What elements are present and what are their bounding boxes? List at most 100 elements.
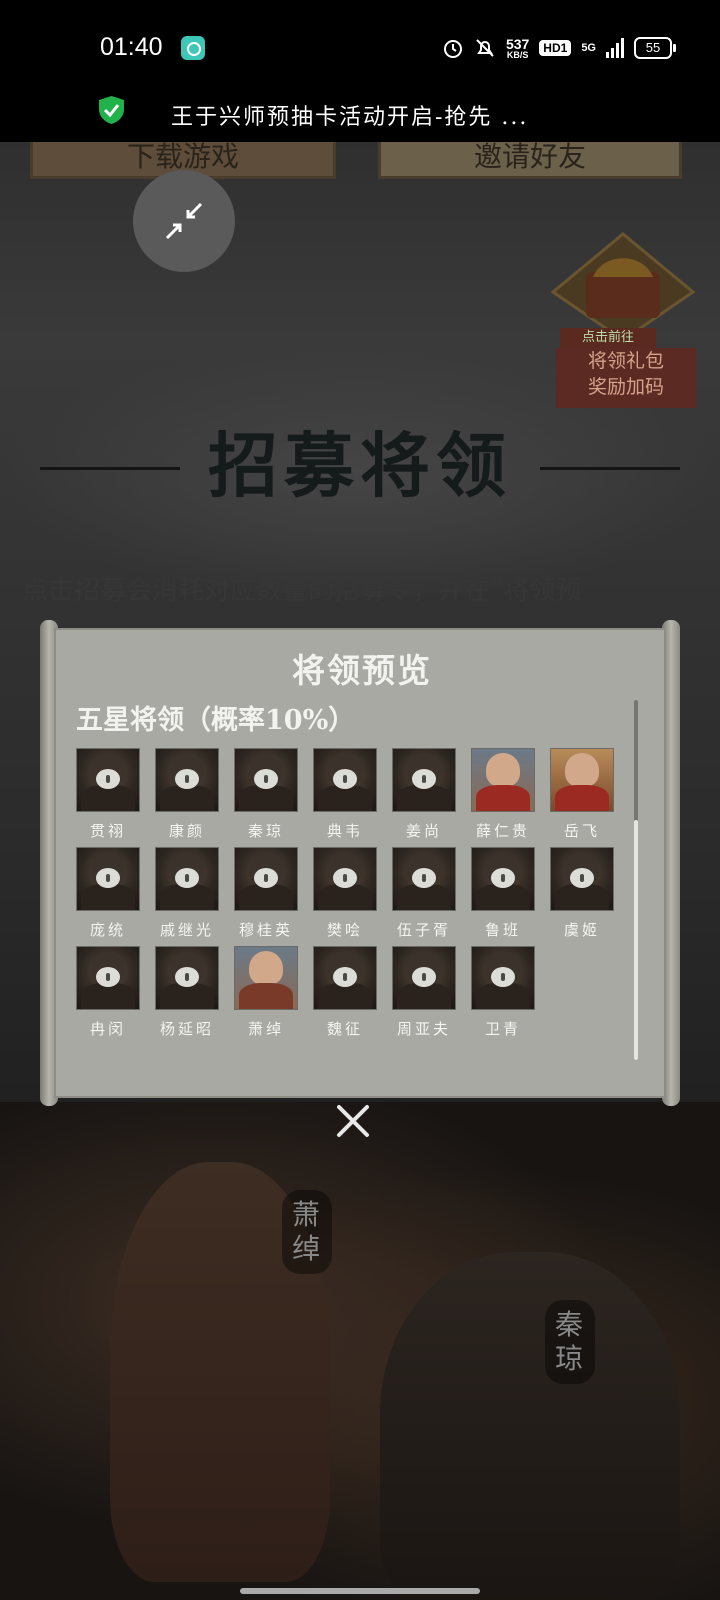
general-card[interactable]: 樊哙 xyxy=(313,847,377,940)
general-name: 岳飞 xyxy=(563,822,600,840)
general-card[interactable]: 魏征 xyxy=(313,946,377,1039)
section-title: 招募将领 xyxy=(208,424,512,507)
general-name: 周亚夫 xyxy=(396,1020,451,1038)
general-portrait xyxy=(76,748,140,812)
general-portrait xyxy=(550,748,614,812)
locked-icon xyxy=(570,868,594,888)
mute-bell-icon xyxy=(476,39,494,57)
locked-icon xyxy=(96,868,120,888)
notification-title: 王于兴师预抽卡活动开启-抢先 ... xyxy=(171,105,529,130)
locked-icon xyxy=(333,769,357,789)
general-name: 典韦 xyxy=(326,822,363,840)
general-name: 戚继光 xyxy=(159,921,214,939)
general-card[interactable]: 贯祤 xyxy=(76,748,140,841)
general-portrait xyxy=(234,748,298,812)
hd-badge: HD1 xyxy=(539,40,572,56)
status-bar: 01:40 537 KB/S HD1 5G 55 xyxy=(0,0,720,95)
general-portrait xyxy=(392,946,456,1010)
general-card[interactable]: 岳飞 xyxy=(550,748,614,841)
general-card[interactable]: 典韦 xyxy=(313,748,377,841)
general-portrait xyxy=(313,748,377,812)
general-name: 魏征 xyxy=(326,1020,363,1038)
general-name: 杨延昭 xyxy=(159,1020,214,1038)
general-portrait xyxy=(155,847,219,911)
locked-icon xyxy=(175,868,199,888)
general-card[interactable]: 康颜 xyxy=(155,748,219,841)
modal-title: 将领预览 xyxy=(292,651,432,690)
locked-icon xyxy=(175,769,199,789)
general-card[interactable]: 萧绰 xyxy=(234,946,298,1039)
general-name: 贯祤 xyxy=(89,822,126,840)
general-portrait xyxy=(155,946,219,1010)
general-name: 虞姬 xyxy=(563,921,600,939)
speed-value: 537 xyxy=(505,35,530,52)
locked-icon xyxy=(175,967,199,987)
locked-icon xyxy=(254,769,278,789)
general-card[interactable]: 姜尚 xyxy=(392,748,456,841)
locked-icon xyxy=(333,868,357,888)
collapse-button[interactable] xyxy=(133,170,235,272)
general-card[interactable]: 杨延昭 xyxy=(155,946,219,1039)
general-card[interactable]: 秦琼 xyxy=(234,748,298,841)
general-card[interactable]: 冉闵 xyxy=(76,946,140,1039)
generals-grid: 贯祤 康颜 秦琼 典韦 姜尚 薛仁贵 岳飞庞统 戚继光 穆桂英 樊哙 伍子胥 鲁班 虞姬冉闵 杨延昭 萧绰 魏… xyxy=(76,748,636,1039)
close-icon[interactable] xyxy=(334,1102,372,1140)
locked-icon xyxy=(491,967,515,987)
gift-go-tag[interactable]: 点击前往 xyxy=(560,328,656,348)
general-name: 伍子胥 xyxy=(396,921,451,939)
general-portrait xyxy=(471,847,535,911)
shield-check-icon xyxy=(99,96,124,124)
general-card[interactable]: 戚继光 xyxy=(155,847,219,940)
intro-text: 点击招募会消耗对应数量的招募令，并在“将领预 xyxy=(22,576,582,606)
invite-friends-button[interactable]: 邀请好友 xyxy=(378,142,682,179)
general-name: 樊哙 xyxy=(326,921,363,939)
general-name: 鲁班 xyxy=(484,921,521,939)
general-name: 秦琼 xyxy=(247,822,284,840)
general-name: 康颜 xyxy=(168,822,205,840)
hero-figure-qinqiong xyxy=(380,1252,680,1600)
app-notification-icon xyxy=(181,36,205,60)
notification-banner[interactable]: 王于兴师预抽卡活动开启-抢先 ... xyxy=(0,95,720,142)
locked-icon xyxy=(412,967,436,987)
general-portrait xyxy=(234,847,298,911)
general-portrait xyxy=(76,946,140,1010)
status-icons: 537 KB/S HD1 5G 55 xyxy=(442,32,676,64)
alarm-icon xyxy=(443,40,462,58)
general-card[interactable]: 鲁班 xyxy=(471,847,535,940)
general-card[interactable]: 薛仁贵 xyxy=(471,748,535,841)
hero-name-label: 萧绰 xyxy=(282,1190,332,1274)
signal-icon xyxy=(606,38,624,58)
general-card[interactable]: 卫青 xyxy=(471,946,535,1039)
general-name: 穆桂英 xyxy=(238,921,293,939)
locked-icon xyxy=(96,769,120,789)
gift-label-line2: 奖励加码 xyxy=(587,376,664,398)
modal-panel[interactable]: 将领预览 五星将领（概率10%） 贯祤 康颜 秦琼 典韦 姜尚 薛仁贵 岳飞庞统 戚继光 穆桂英… xyxy=(54,628,666,1098)
general-portrait xyxy=(234,946,298,1010)
generals-preview-modal: 将领预览 五星将领（概率10%） 贯祤 康颜 秦琼 典韦 姜尚 薛仁贵 岳飞庞统 戚继光 穆桂英… xyxy=(40,620,680,1106)
locked-icon xyxy=(333,967,357,987)
battery-icon: 55 xyxy=(634,37,676,59)
locked-icon xyxy=(254,868,278,888)
locked-icon xyxy=(96,967,120,987)
general-card[interactable]: 虞姬 xyxy=(550,847,614,940)
clock: 01:40 xyxy=(100,33,163,61)
general-portrait xyxy=(392,847,456,911)
general-card[interactable]: 庞统 xyxy=(76,847,140,940)
general-portrait xyxy=(550,847,614,911)
speed-unit: KB/S xyxy=(506,49,529,60)
general-portrait xyxy=(392,748,456,812)
general-card[interactable]: 伍子胥 xyxy=(392,847,456,940)
general-portrait xyxy=(313,946,377,1010)
general-card[interactable]: 周亚夫 xyxy=(392,946,456,1039)
hero-name-label: 秦琼 xyxy=(545,1300,595,1384)
general-portrait xyxy=(155,748,219,812)
general-card[interactable]: 穆桂英 xyxy=(234,847,298,940)
tier-heading: 五星将领（概率10%） xyxy=(76,705,356,736)
gift-label[interactable]: 将领礼包 奖励加码 xyxy=(556,348,696,408)
general-name: 庞统 xyxy=(89,921,126,939)
general-name: 姜尚 xyxy=(405,822,442,840)
network-type: 5G xyxy=(581,42,596,54)
general-portrait xyxy=(76,847,140,911)
home-indicator[interactable] xyxy=(240,1588,480,1594)
general-name: 冉闵 xyxy=(89,1020,126,1038)
